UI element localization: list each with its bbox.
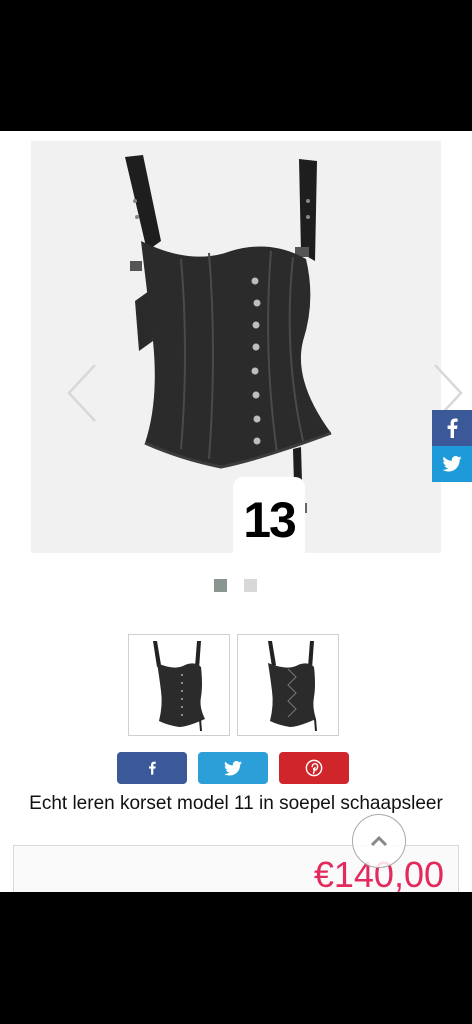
- corset-back-thumbnail-image: [268, 641, 317, 731]
- side-twitter-share-button[interactable]: [432, 446, 472, 482]
- side-facebook-share-button[interactable]: [432, 410, 472, 446]
- product-title: Echt leren korset model 11 in soepel sch…: [29, 793, 443, 814]
- gallery-pagination: [214, 579, 257, 592]
- facebook-icon: [149, 761, 156, 775]
- chevron-left-icon: [67, 364, 96, 422]
- facebook-share-button[interactable]: [117, 752, 187, 784]
- gallery-dot-active[interactable]: [214, 579, 227, 592]
- pinterest-share-button[interactable]: [279, 752, 349, 784]
- page-viewport: 13 Echt leren korset model 11 in soepel …: [0, 131, 472, 892]
- image-counter: 13: [243, 492, 297, 548]
- gallery-dot[interactable]: [244, 579, 257, 592]
- twitter-icon: [224, 760, 242, 776]
- facebook-icon: [447, 418, 458, 438]
- pinterest-icon: [305, 759, 323, 777]
- chevron-up-icon: [370, 835, 388, 847]
- thumbnail-front[interactable]: [128, 634, 230, 736]
- product-image-gallery[interactable]: 13: [31, 141, 463, 557]
- corset-front-thumbnail-image: [153, 641, 205, 731]
- twitter-share-button[interactable]: [198, 752, 268, 784]
- scroll-to-top-button[interactable]: [352, 814, 406, 868]
- thumbnail-back[interactable]: [237, 634, 339, 736]
- share-buttons: [117, 752, 349, 784]
- gallery-prev-button[interactable]: [67, 363, 97, 423]
- twitter-icon: [442, 456, 462, 472]
